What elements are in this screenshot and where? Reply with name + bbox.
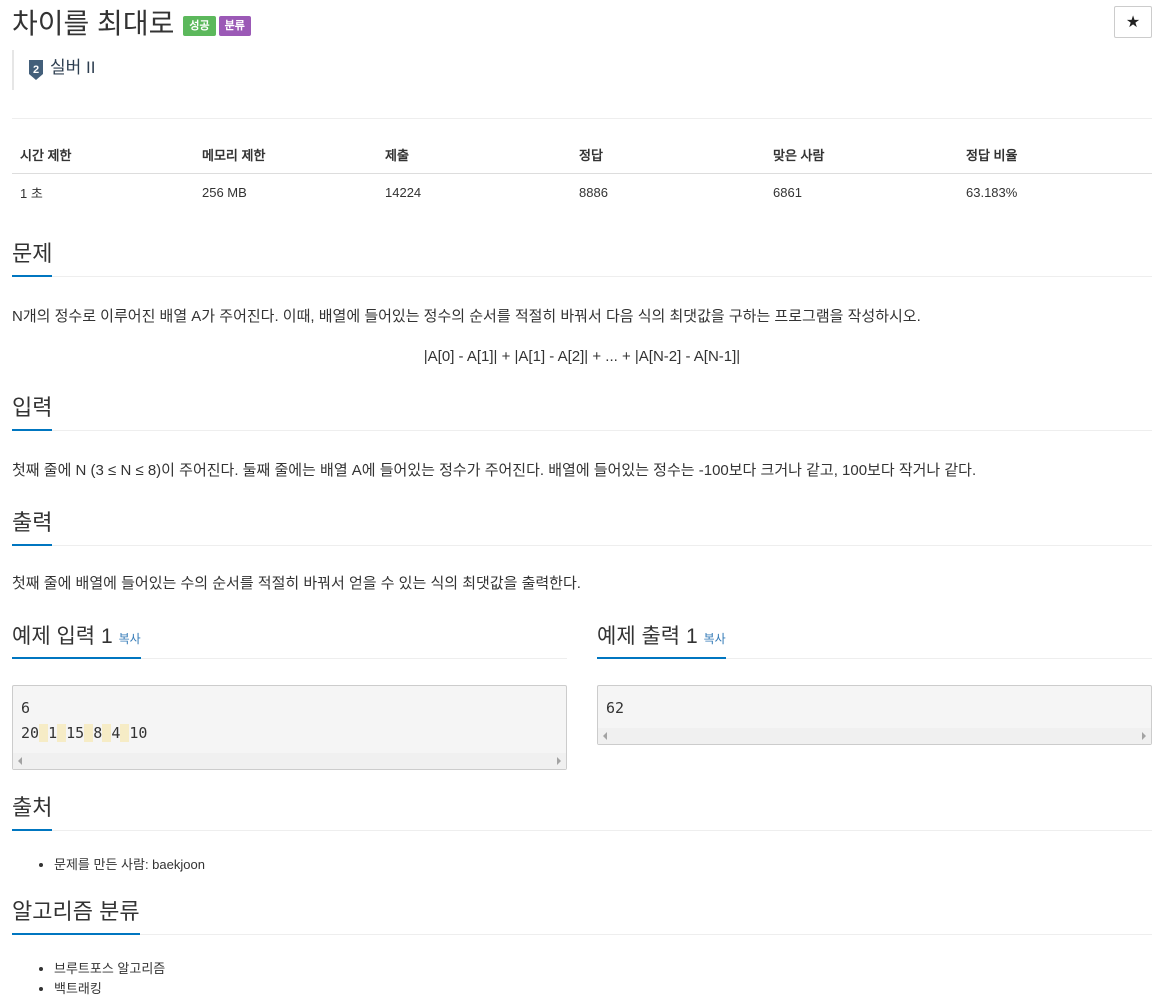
solvers-value[interactable]: 6861 bbox=[765, 174, 958, 211]
description-section-header: 문제 bbox=[12, 236, 1152, 277]
sample-output-line1: 62 bbox=[606, 699, 625, 717]
header-time-limit: 시간 제한 bbox=[12, 136, 194, 174]
output-section-header: 출력 bbox=[12, 505, 1152, 546]
header-memory-limit: 메모리 제한 bbox=[194, 136, 377, 174]
copy-input-button[interactable]: 복사 bbox=[119, 632, 141, 646]
input-section-header: 입력 bbox=[12, 390, 1152, 431]
sample-input-token: 20 bbox=[21, 724, 40, 742]
sample-input-token: 4 bbox=[111, 724, 121, 742]
sample-input-token: 8 bbox=[93, 724, 103, 742]
sample-output-box[interactable]: 62 bbox=[597, 685, 1152, 745]
header-ratio: 정답 비율 bbox=[958, 136, 1152, 174]
star-icon: ★ bbox=[1125, 14, 1141, 31]
sample-input-line1: 6 bbox=[21, 699, 31, 717]
favorite-star-button[interactable]: ★ bbox=[1114, 6, 1152, 38]
tier-label[interactable]: 실버 II bbox=[50, 48, 95, 88]
output-heading: 출력 bbox=[12, 505, 53, 546]
header-divider bbox=[12, 118, 1152, 119]
copy-output-button[interactable]: 복사 bbox=[704, 632, 726, 646]
sample-input-column: 예제 입력 1 복사 6 20 1 15 8 4 10 bbox=[12, 622, 567, 772]
silver-tier-icon: 2 bbox=[28, 60, 44, 80]
sample-input-header: 예제 입력 1 복사 bbox=[12, 622, 567, 659]
sample-output-heading: 예제 출력 1 bbox=[597, 625, 698, 648]
scroll-left-icon[interactable] bbox=[603, 732, 607, 740]
problem-title: 차이를 최대로 bbox=[12, 8, 175, 39]
header-solvers: 맞은 사람 bbox=[765, 136, 958, 174]
info-value-row: 1 초 256 MB 14224 8886 6861 63.183% bbox=[12, 174, 1152, 211]
source-heading: 출처 bbox=[12, 790, 53, 831]
header-submissions: 제출 bbox=[377, 136, 571, 174]
submissions-value[interactable]: 14224 bbox=[377, 174, 571, 211]
header-accepted: 정답 bbox=[571, 136, 765, 174]
memory-limit-value: 256 MB bbox=[202, 184, 247, 200]
accepted-value[interactable]: 8886 bbox=[571, 174, 765, 211]
tier-number: 2 bbox=[33, 64, 39, 76]
input-heading: 입력 bbox=[12, 390, 53, 431]
description-text: N개의 정수로 이루어진 배열 A가 주어진다. 이때, 배열에 들어있는 정수… bbox=[12, 308, 921, 325]
algorithm-heading: 알고리즘 분류 bbox=[12, 894, 140, 935]
sample-input-text[interactable]: 6 20 1 15 8 4 10 bbox=[13, 686, 566, 746]
classification-badge[interactable]: 분류 bbox=[218, 16, 251, 36]
output-text: 첫째 줄에 배열에 들어있는 수의 순서를 적절히 바꿔서 얻을 수 있는 식의… bbox=[12, 575, 581, 592]
success-badge[interactable]: 성공 bbox=[183, 16, 216, 36]
sample-input-scrollbar[interactable] bbox=[13, 753, 566, 769]
input-text: 첫째 줄에 N (3 ≤ N ≤ 8)이 주어진다. 둘째 줄에는 배열 A에 … bbox=[12, 462, 977, 479]
tier-block: 2 실버 II bbox=[12, 50, 95, 90]
info-header-row: 시간 제한 메모리 제한 제출 정답 맞은 사람 정답 비율 bbox=[12, 136, 1152, 174]
algorithm-item-backtracking[interactable]: 백트래킹 bbox=[54, 979, 165, 999]
time-limit-value: 1 초 bbox=[20, 185, 43, 201]
scroll-right-icon[interactable] bbox=[557, 757, 561, 765]
sample-input-token: 15 bbox=[66, 724, 85, 742]
sample-output-header: 예제 출력 1 복사 bbox=[597, 622, 1152, 659]
scroll-right-icon[interactable] bbox=[1142, 732, 1146, 740]
sample-output-text[interactable]: 62 bbox=[598, 686, 1151, 721]
source-section-header: 출처 bbox=[12, 790, 1152, 831]
sample-input-token: 10 bbox=[129, 724, 148, 742]
algorithm-item-bruteforce[interactable]: 브루트포스 알고리즘 bbox=[54, 959, 165, 979]
scroll-left-icon[interactable] bbox=[18, 757, 22, 765]
ratio-value: 63.183% bbox=[966, 184, 1018, 200]
problem-info-table: 시간 제한 메모리 제한 제출 정답 맞은 사람 정답 비율 1 초 256 M… bbox=[12, 136, 1152, 210]
description-heading: 문제 bbox=[12, 236, 53, 277]
sample-output-scrollbar[interactable] bbox=[598, 728, 1151, 744]
sample-input-heading: 예제 입력 1 bbox=[12, 625, 113, 648]
problem-header: 차이를 최대로 성공 분류 bbox=[12, 6, 251, 42]
algorithm-section-header: 알고리즘 분류 bbox=[12, 894, 1152, 935]
source-list: 문제를 만든 사람: baekjoon bbox=[36, 855, 205, 875]
sample-input-token: 1 bbox=[48, 724, 58, 742]
sample-output-column: 예제 출력 1 복사 62 bbox=[597, 622, 1152, 752]
sample-input-box[interactable]: 6 20 1 15 8 4 10 bbox=[12, 685, 567, 770]
source-item: 문제를 만든 사람: baekjoon bbox=[54, 855, 205, 875]
description-formula: |A[0] - A[1]| + |A[1] - A[2]| + ... + |A… bbox=[423, 348, 741, 365]
algorithm-list: 브루트포스 알고리즘 백트래킹 bbox=[36, 959, 165, 999]
